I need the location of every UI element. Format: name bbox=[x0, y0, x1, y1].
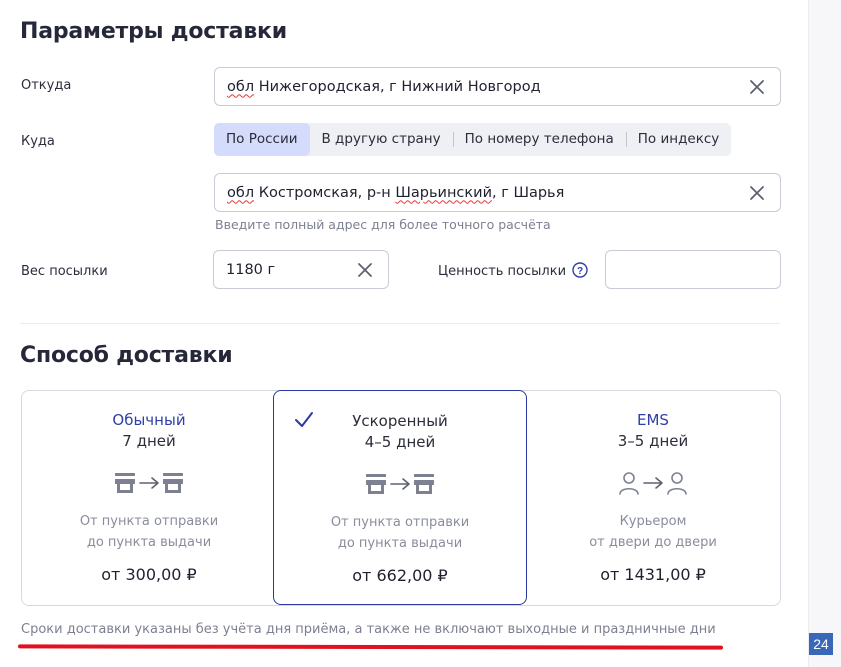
section-divider bbox=[20, 323, 780, 324]
option-days: 4–5 дней bbox=[364, 433, 436, 451]
option-days: 7 дней bbox=[122, 432, 176, 450]
pickup-point-to-pickup-point-icon bbox=[366, 474, 434, 494]
delivery-option-express[interactable]: Ускоренный 4–5 дней От пункта отправки д… bbox=[273, 390, 527, 605]
value-label: Ценность посылки bbox=[438, 264, 567, 279]
pickup-point-to-pickup-point-icon bbox=[115, 473, 183, 493]
to-label: Куда bbox=[21, 134, 55, 149]
red-underline-annotation bbox=[17, 644, 724, 650]
to-address-part-b: Костромская, р-н bbox=[254, 184, 396, 201]
option-price: от 300,00 ₽ bbox=[101, 565, 197, 584]
weight-label: Вес посылки bbox=[21, 264, 108, 279]
tab-other-country[interactable]: В другую страну bbox=[310, 123, 453, 156]
clear-icon[interactable] bbox=[356, 261, 374, 279]
delivery-note: Сроки доставки указаны без учёта дня при… bbox=[21, 622, 716, 637]
option-price: от 662,00 ₽ bbox=[352, 566, 448, 585]
from-address-input[interactable]: обл Нижегородская, г Нижний Новгород bbox=[214, 67, 781, 106]
tab-by-index[interactable]: По индексу bbox=[625, 123, 732, 156]
params-title: Параметры доставки bbox=[20, 19, 287, 44]
to-address-part-d: , г Шарья bbox=[492, 184, 565, 201]
option-desc-line1: От пункта отправки bbox=[79, 514, 219, 529]
delivery-option-regular[interactable]: Обычный 7 дней От пункта отправки до пун… bbox=[22, 390, 276, 605]
option-desc-line1: Курьером bbox=[619, 514, 687, 529]
svg-text:?: ? bbox=[577, 266, 583, 277]
to-address-value: обл Костромская, р-н Шарьинский, г Шарья bbox=[227, 185, 564, 201]
weight-input[interactable]: 1180 г bbox=[213, 250, 389, 289]
tab-by-phone[interactable]: По номеру телефона bbox=[452, 123, 626, 156]
option-name: EMS bbox=[637, 411, 669, 429]
weight-value: 1180 г bbox=[226, 261, 276, 278]
from-address-rest: Нижегородская, г Нижний Новгород bbox=[254, 78, 541, 95]
delivery-calculator: Параметры доставки Откуда обл Нижегородс… bbox=[0, 0, 808, 667]
destination-tabs: По России В другую страну По номеру теле… bbox=[214, 123, 732, 156]
option-desc-line2: до пункта выдачи bbox=[337, 536, 463, 551]
option-name: Ускоренный bbox=[352, 412, 448, 430]
clear-icon[interactable] bbox=[748, 184, 766, 202]
delivery-title: Способ доставки bbox=[20, 343, 233, 368]
option-desc-line2: от двери до двери bbox=[589, 535, 717, 550]
option-desc-line2: до пункта выдачи bbox=[86, 535, 212, 550]
option-name: Обычный bbox=[112, 411, 186, 429]
right-gutter bbox=[808, 0, 841, 667]
declared-value-input[interactable] bbox=[605, 250, 781, 289]
from-label: Откуда bbox=[21, 78, 72, 93]
help-icon[interactable]: ? bbox=[572, 262, 588, 278]
option-desc-line1: От пункта отправки bbox=[330, 515, 470, 530]
clear-icon[interactable] bbox=[748, 78, 766, 96]
to-address-input[interactable]: обл Костромская, р-н Шарьинский, г Шарья bbox=[214, 173, 781, 212]
from-address-prefix: обл bbox=[227, 78, 255, 95]
page-badge: 24 bbox=[809, 633, 833, 655]
option-days: 3–5 дней bbox=[617, 432, 689, 450]
person-to-person-icon bbox=[619, 472, 687, 495]
from-address-value: обл Нижегородская, г Нижний Новгород bbox=[227, 79, 541, 95]
delivery-option-ems[interactable]: EMS 3–5 дней Курьером от двери до двери … bbox=[526, 390, 780, 605]
to-address-part-a: обл bbox=[227, 184, 255, 201]
option-price: от 1431,00 ₽ bbox=[600, 565, 706, 584]
address-hint: Введите полный адрес для более точного р… bbox=[215, 217, 551, 232]
to-address-part-c: Шарьинский bbox=[395, 184, 493, 201]
tab-russia[interactable]: По России bbox=[214, 123, 310, 156]
